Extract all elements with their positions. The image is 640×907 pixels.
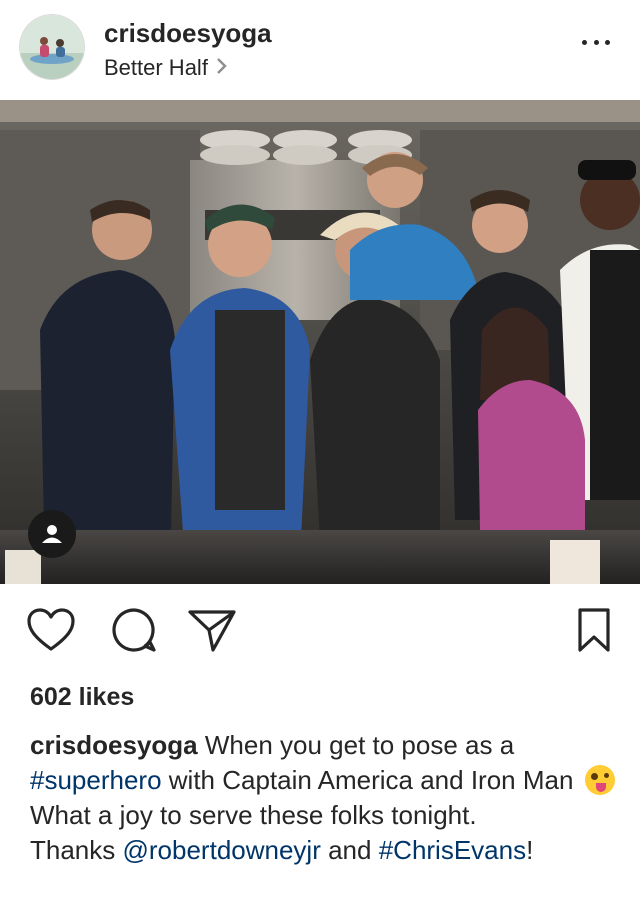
post-caption: crisdoesyoga When you get to pose as a #… — [30, 728, 615, 868]
chevron-right-icon — [216, 55, 228, 81]
mention-robertdowneyjr[interactable]: @robertdowneyjr — [123, 835, 321, 865]
caption-thanks: Thanks — [30, 835, 123, 865]
winking-tongue-emoji-icon — [584, 765, 615, 796]
caption-end: ! — [526, 835, 534, 865]
hashtag-superhero[interactable]: #superhero — [30, 765, 162, 795]
likes-count[interactable]: 602 likes — [30, 683, 134, 712]
profile-avatar[interactable] — [20, 15, 84, 79]
post-location[interactable]: Better Half — [104, 55, 228, 81]
tagged-users-button[interactable] — [28, 510, 76, 558]
caption-line-2: What a joy to serve these folks tonight. — [30, 800, 477, 830]
caption-and: and — [320, 835, 379, 865]
post-header: crisdoesyoga Better Half — [0, 0, 640, 100]
caption-username[interactable]: crisdoesyoga — [30, 730, 198, 760]
person-icon — [42, 525, 62, 543]
hashtag-chrisevans[interactable]: #ChrisEvans — [379, 835, 526, 865]
location-label: Better Half — [104, 55, 208, 80]
photo-image — [0, 100, 640, 584]
avatar-image — [20, 15, 84, 79]
caption-text-2: with Captain America and Iron Man — [161, 765, 581, 795]
bookmark-icon[interactable] — [568, 604, 620, 656]
heart-icon[interactable] — [25, 604, 77, 656]
comment-icon[interactable] — [108, 604, 160, 656]
action-bar — [0, 604, 640, 664]
more-options-icon[interactable] — [582, 32, 610, 52]
post-username[interactable]: crisdoesyoga — [104, 18, 272, 49]
send-icon[interactable] — [186, 604, 238, 656]
post-photo[interactable] — [0, 100, 640, 584]
caption-text-1: When you get to pose as a — [197, 730, 515, 760]
